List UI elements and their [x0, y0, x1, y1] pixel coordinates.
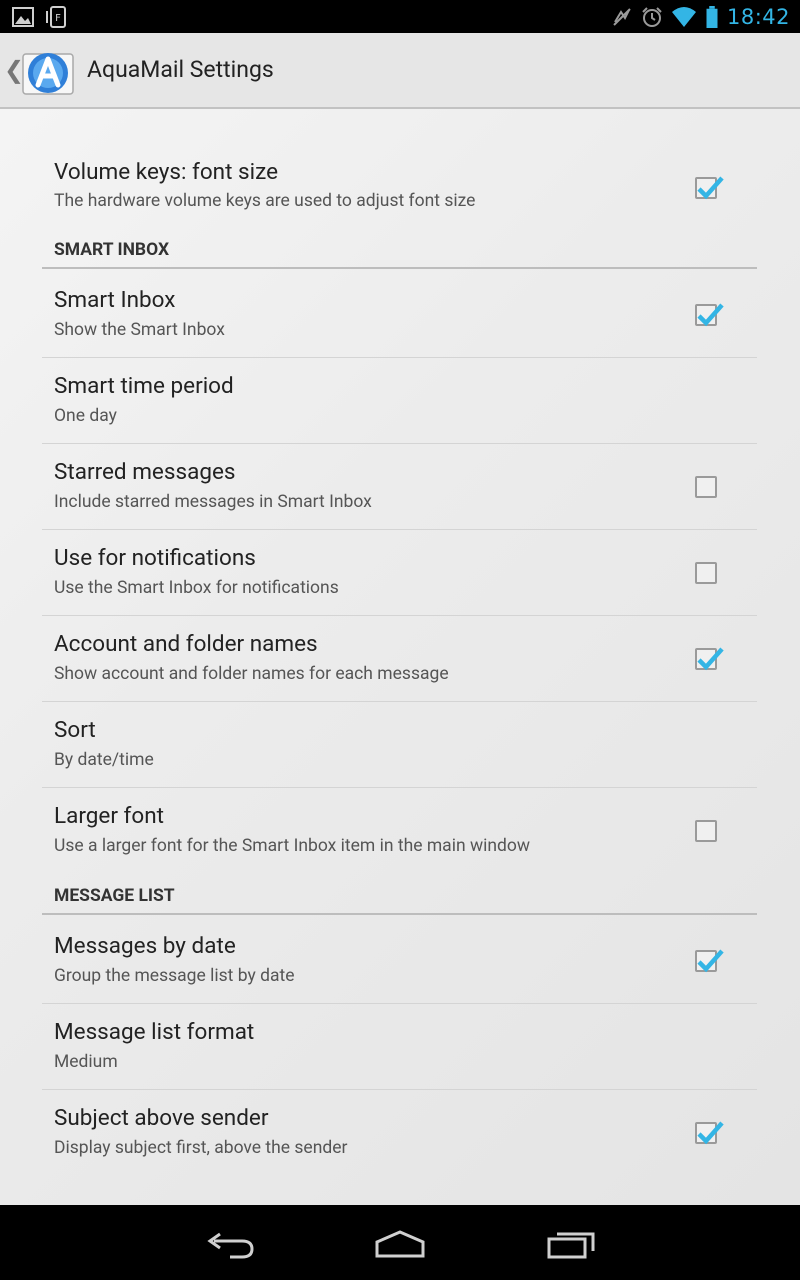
section-label: SMART INBOX — [54, 240, 170, 260]
pref-summary: Medium — [54, 1052, 118, 1072]
checkbox[interactable] — [695, 176, 724, 200]
section-label: MESSAGE LIST — [54, 886, 175, 906]
pref-larger-font[interactable]: Larger font Use a larger font for the Sm… — [42, 787, 757, 873]
checkmark-icon — [697, 1121, 724, 1145]
pref-title: Account and folder names — [54, 631, 318, 657]
section-header-smart-inbox: SMART INBOX — [42, 237, 757, 271]
pref-summary: Include starred messages in Smart Inbox — [54, 492, 372, 512]
checkmark-icon — [697, 647, 724, 671]
checkmark-icon — [697, 303, 724, 327]
aquamail-logo-icon[interactable] — [20, 45, 76, 101]
checkbox[interactable] — [695, 949, 724, 973]
alarm-icon — [642, 7, 662, 27]
pref-sort[interactable]: Sort By date/time — [42, 701, 757, 788]
action-bar: ❮ AquaMail Settings — [0, 33, 800, 109]
wifi-icon — [671, 7, 696, 27]
checkbox[interactable] — [695, 820, 717, 842]
back-icon[interactable] — [202, 1225, 258, 1261]
checkbox[interactable] — [695, 303, 724, 327]
page-title: AquaMail Settings — [87, 56, 274, 83]
navigation-bar — [0, 1205, 800, 1280]
checkmark-icon — [697, 176, 724, 200]
pref-summary: Use the Smart Inbox for notifications — [54, 578, 339, 598]
gallery-icon — [12, 7, 34, 27]
checkmark-icon — [697, 949, 724, 973]
checkbox[interactable] — [695, 1121, 724, 1145]
pref-summary: Show account and folder names for each m… — [54, 664, 449, 684]
pref-title: Messages by date — [54, 933, 236, 959]
pref-title: Use for notifications — [54, 545, 256, 571]
pref-starred-messages[interactable]: Starred messages Include starred message… — [42, 443, 757, 530]
pref-volume-keys[interactable]: Volume keys: font size The hardware volu… — [42, 151, 757, 227]
pref-message-list-format[interactable]: Message list format Medium — [42, 1003, 757, 1090]
flipboard-icon: F — [46, 6, 66, 28]
checkbox[interactable] — [695, 647, 724, 671]
pref-title: Larger font — [54, 803, 164, 829]
status-bar: F 18:42 — [0, 0, 800, 33]
pref-smart-time-period[interactable]: Smart time period One day — [42, 357, 757, 444]
section-divider — [42, 913, 757, 915]
pref-title: Starred messages — [54, 459, 236, 485]
pref-summary: Show the Smart Inbox — [54, 320, 225, 340]
pref-title: Smart time period — [54, 373, 234, 399]
pref-summary: Group the message list by date — [54, 966, 295, 986]
home-icon[interactable] — [372, 1225, 428, 1261]
pref-summary: Display subject first, above the sender — [54, 1138, 348, 1158]
pref-summary: By date/time — [54, 750, 154, 770]
settings-list[interactable]: Volume keys: font size The hardware volu… — [0, 109, 800, 1205]
clock: 18:42 — [726, 5, 790, 29]
pref-messages-by-date[interactable]: Messages by date Group the message list … — [42, 917, 757, 1004]
section-divider — [42, 267, 757, 269]
battery-icon — [706, 6, 718, 28]
pref-title: Sort — [54, 717, 96, 743]
pref-summary: The hardware volume keys are used to adj… — [54, 191, 476, 211]
pref-title: Volume keys: font size — [54, 159, 279, 185]
pref-title: Message list format — [54, 1019, 255, 1045]
pref-summary: Use a larger font for the Smart Inbox it… — [54, 836, 531, 856]
pref-summary: One day — [54, 406, 117, 426]
section-header-message-list: MESSAGE LIST — [42, 883, 757, 917]
pref-title: Subject above sender — [54, 1105, 269, 1131]
checkbox[interactable] — [695, 476, 717, 498]
mute-icon — [613, 8, 631, 26]
pref-title: Smart Inbox — [54, 287, 176, 313]
pref-account-folder-names[interactable]: Account and folder names Show account an… — [42, 615, 757, 702]
svg-text:F: F — [55, 13, 61, 24]
pref-subject-above-sender[interactable]: Subject above sender Display subject fir… — [42, 1089, 757, 1175]
checkbox[interactable] — [695, 562, 717, 584]
recents-icon[interactable] — [543, 1225, 599, 1261]
pref-use-for-notifications[interactable]: Use for notifications Use the Smart Inbo… — [42, 529, 757, 616]
pref-smart-inbox[interactable]: Smart Inbox Show the Smart Inbox — [42, 271, 757, 358]
